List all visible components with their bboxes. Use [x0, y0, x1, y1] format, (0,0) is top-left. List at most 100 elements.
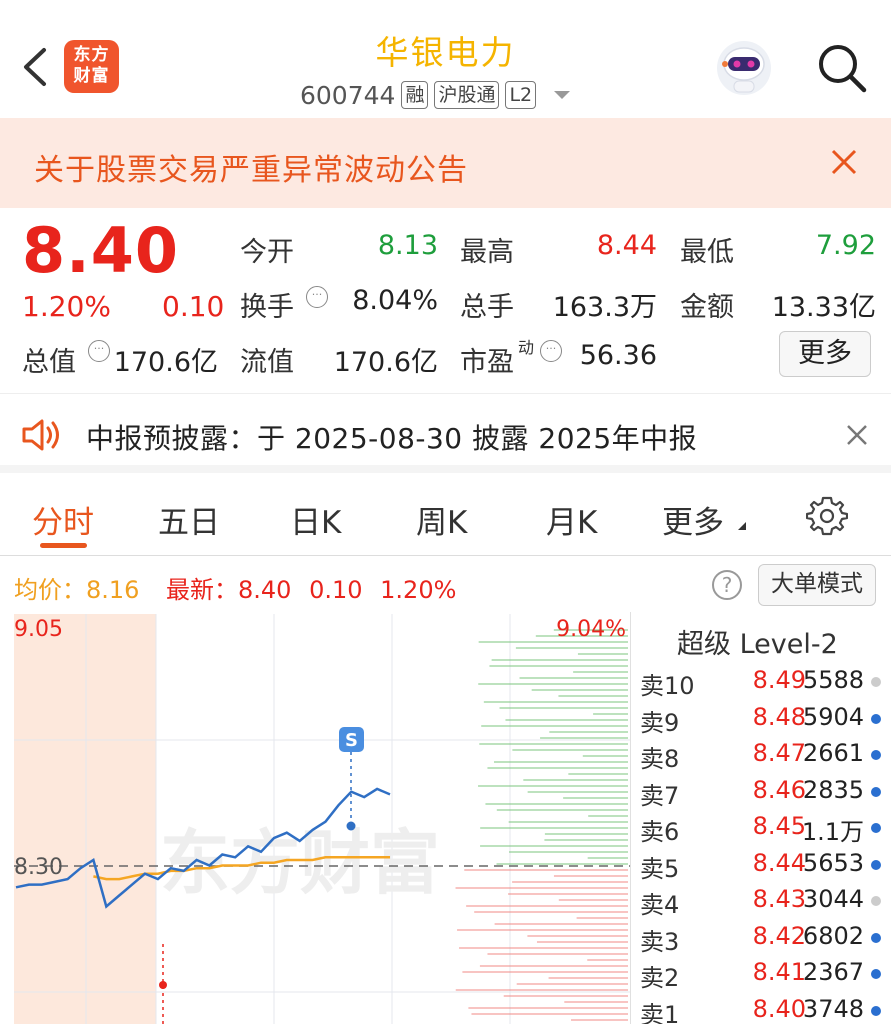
- volume-label: 总手: [460, 292, 514, 323]
- tag-stock-connect: 沪股通: [434, 81, 500, 109]
- ask-level-label: 卖2: [640, 964, 680, 992]
- ask-volume: 3044: [802, 885, 864, 913]
- order-dot-icon: [871, 896, 881, 906]
- ask-volume: 5904: [802, 702, 864, 731]
- volume-value: 163.3万: [552, 292, 657, 323]
- low-value: 7.92: [815, 230, 876, 261]
- ask-level-label: 卖10: [640, 672, 695, 700]
- y-top-label: 9.05: [14, 617, 63, 642]
- close-icon[interactable]: [830, 148, 858, 176]
- float-cap-label: 流值: [240, 347, 294, 378]
- tab-intraday[interactable]: 分时: [32, 497, 94, 542]
- ask-price: 8.44: [752, 848, 806, 877]
- avg-label: 均价：: [14, 576, 86, 604]
- y-mid-label: 8.30: [14, 855, 63, 880]
- turnover-label: 换手: [240, 292, 294, 323]
- right-top-pct-label: 9.04%: [556, 617, 626, 642]
- more-quote-button[interactable]: 更多: [779, 331, 871, 377]
- order-book-row[interactable]: 卖9 8.48 5904: [630, 703, 891, 739]
- more-dots-icon[interactable]: ···: [540, 340, 562, 362]
- order-book-row[interactable]: 卖3 8.42 6802: [630, 922, 891, 958]
- gear-icon[interactable]: [806, 495, 848, 537]
- more-dots-icon[interactable]: ···: [306, 286, 328, 308]
- latest-value: 8.40: [238, 576, 292, 604]
- ask-volume: 5653: [802, 848, 864, 877]
- tab-more[interactable]: 更多: [662, 497, 724, 542]
- level2-title: 超级 Level-2: [677, 629, 838, 660]
- order-dot-icon: [871, 713, 881, 724]
- ask-price: 8.41: [752, 958, 806, 986]
- notice-text[interactable]: 关于股票交易严重异常波动公告: [34, 145, 468, 189]
- low-label: 最低: [680, 237, 734, 268]
- pe-value: 56.36: [579, 340, 657, 371]
- ask-level-label: 卖4: [640, 891, 680, 919]
- open-value: 8.13: [377, 230, 438, 261]
- ask-price: 8.40: [752, 994, 806, 1023]
- order-book-row[interactable]: 卖1 8.40 3748: [630, 995, 891, 1024]
- intraday-chart-svg[interactable]: 东方财富 S 9.05 8.30 9.04%: [0, 612, 630, 1024]
- order-dot-icon: [871, 786, 881, 797]
- change-amount: 0.10: [162, 290, 225, 323]
- ask-price: 8.42: [752, 921, 806, 950]
- more-dots-icon[interactable]: ···: [88, 340, 110, 362]
- ask-level-label: 卖3: [640, 927, 680, 956]
- low-marker-dot: [159, 981, 167, 989]
- ask-price: 8.48: [752, 702, 806, 731]
- turnover-value: 8.04%: [352, 285, 438, 316]
- order-book-row[interactable]: 卖6 8.45 1.1万: [630, 812, 891, 848]
- big-order-mode-button[interactable]: 大单模式: [758, 564, 876, 606]
- tab-daily-k[interactable]: 日K: [290, 497, 341, 542]
- order-dot-icon: [871, 932, 881, 943]
- caret-icon: [738, 522, 746, 530]
- ask-price: 8.47: [752, 739, 806, 767]
- order-book-row[interactable]: 卖10 8.49 5588: [630, 666, 891, 702]
- current-price: 8.40: [22, 214, 179, 287]
- ask-level-label: 卖5: [640, 854, 680, 883]
- chevron-down-icon[interactable]: [554, 91, 571, 99]
- search-icon[interactable]: [814, 40, 868, 94]
- tag-level2: L2: [505, 81, 537, 109]
- active-tab-indicator: [40, 543, 87, 548]
- order-book-row[interactable]: 卖4 8.43 3044: [630, 885, 891, 921]
- ask-volume: 6802: [802, 921, 864, 950]
- order-dot-icon: [871, 823, 881, 833]
- order-book-row[interactable]: 卖2 8.41 2367: [630, 958, 891, 994]
- ask-price: 8.49: [752, 666, 806, 694]
- order-dot-icon: [871, 677, 881, 687]
- tab-weekly-k[interactable]: 周K: [416, 497, 467, 542]
- robot-assistant-icon[interactable]: [716, 40, 772, 96]
- market-cap-label: 总值: [22, 347, 76, 378]
- announcement-text[interactable]: 中报预披露：于 2025-08-30 披露 2025年中报: [86, 417, 697, 457]
- high-value: 8.44: [596, 230, 657, 261]
- order-dot-icon: [871, 859, 881, 870]
- amount-label: 金额: [680, 292, 734, 323]
- close-icon[interactable]: [845, 423, 869, 447]
- tab-monthly-k[interactable]: 月K: [546, 497, 597, 542]
- intraday-chart[interactable]: 东方财富 S 9.05 8.30 9.04%: [0, 612, 630, 1024]
- pre-market-shade: [14, 614, 156, 1024]
- signal-marker-dot: [346, 821, 356, 831]
- ask-level-label: 卖9: [640, 708, 680, 737]
- ask-volume: 2661: [802, 739, 864, 767]
- high-label: 最高: [460, 237, 514, 268]
- tag-margin: 融: [401, 81, 429, 109]
- speaker-icon: [22, 419, 59, 451]
- average-price-label: 均价：8.16: [14, 570, 139, 605]
- ask-price: 8.45: [752, 812, 806, 840]
- pe-superscript: 动: [518, 338, 535, 357]
- pe-label: 市盈: [460, 347, 514, 378]
- ask-level-label: 卖7: [640, 781, 680, 810]
- ask-volume: 1.1万: [801, 818, 864, 846]
- order-book-row[interactable]: 卖8 8.47 2661: [630, 739, 891, 775]
- ask-level-label: 卖8: [640, 745, 680, 773]
- ask-level-label: 卖1: [640, 1000, 680, 1024]
- order-book-row[interactable]: 卖7 8.46 2835: [630, 776, 891, 812]
- stock-code-row[interactable]: 600744 融 沪股通 L2: [300, 78, 571, 112]
- tab-five-day[interactable]: 五日: [158, 497, 220, 542]
- help-icon[interactable]: ?: [712, 570, 742, 600]
- latest-label: 最新：: [166, 576, 238, 604]
- open-label: 今开: [240, 237, 294, 268]
- order-dot-icon: [871, 969, 881, 979]
- order-book-row[interactable]: 卖5 8.44 5653: [630, 849, 891, 885]
- ask-price: 8.46: [752, 775, 806, 804]
